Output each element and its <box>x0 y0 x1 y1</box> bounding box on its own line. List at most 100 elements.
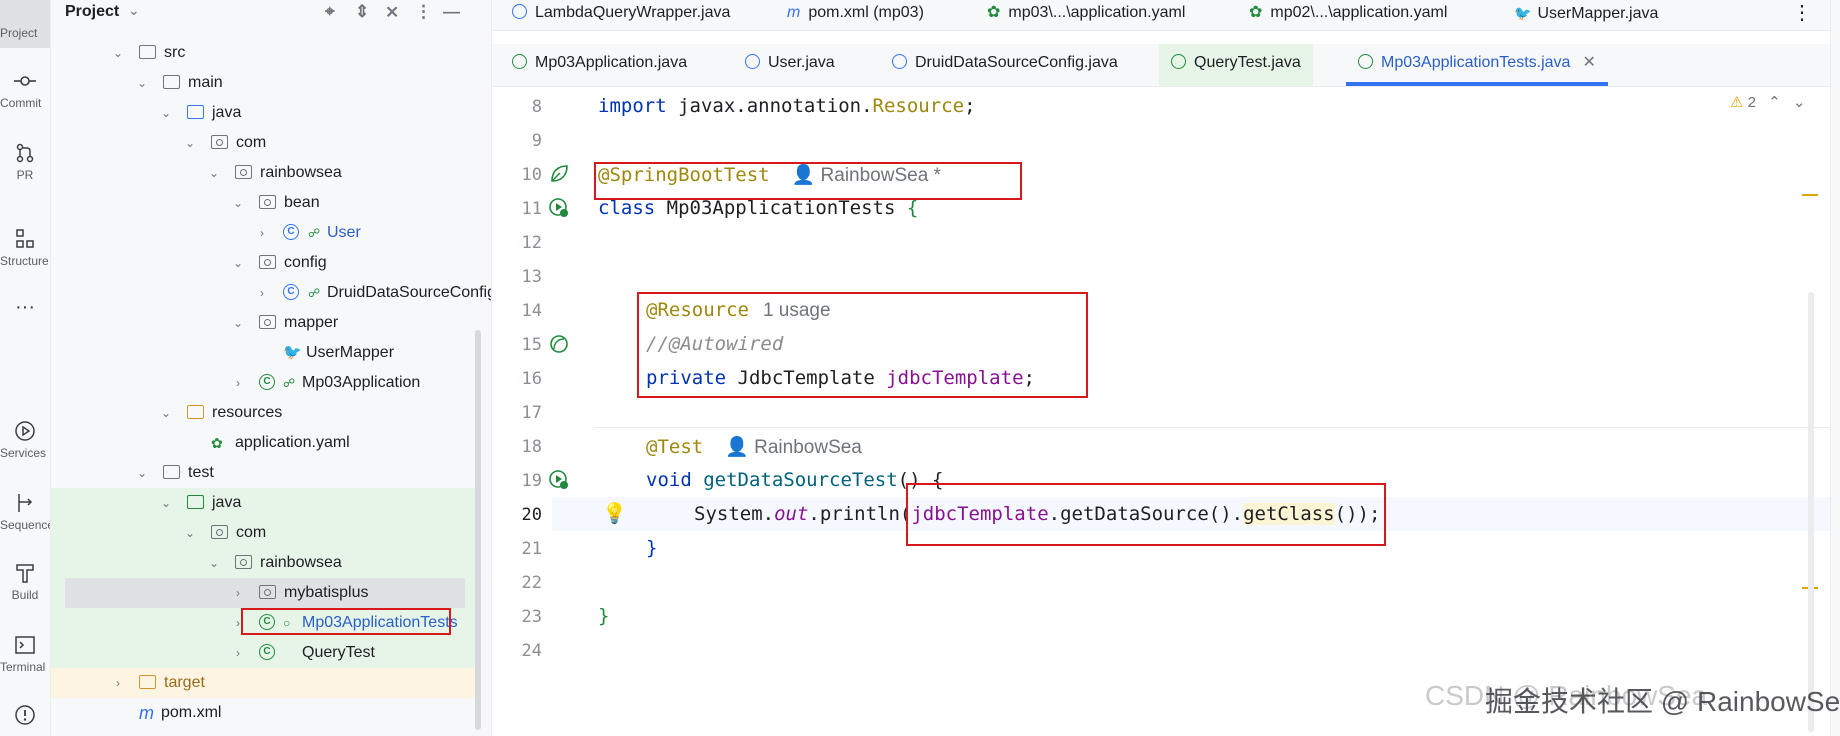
commit-tool-button[interactable]: Commit <box>0 70 50 110</box>
tree-item-mybatisplus[interactable]: › mybatisplus <box>51 578 481 608</box>
tab-pom-mp03[interactable]: m pom.xml (mp03) <box>787 0 924 30</box>
tab-user[interactable]: User.java <box>745 44 835 86</box>
chevron-down-icon[interactable]: ⌄ <box>159 488 173 518</box>
chevron-down-icon[interactable]: ⌄ <box>111 38 125 68</box>
terminal-tool-label: Terminal <box>0 660 46 674</box>
close-icon[interactable]: ✕ <box>1582 54 1595 71</box>
author-hint[interactable]: 👤 RainbowSea <box>725 437 862 458</box>
tree-item-user[interactable]: › C ☍ User <box>51 218 481 248</box>
chevron-up-icon[interactable]: ⌃ <box>1768 94 1781 111</box>
tab-druiddatasourceconfig[interactable]: DruidDataSourceConfig.java <box>892 44 1118 86</box>
chevron-down-icon[interactable]: ⌄ <box>135 458 149 488</box>
line-number: 16 <box>521 369 542 389</box>
build-tool-button[interactable]: Build <box>0 562 50 602</box>
tree-item-test-java[interactable]: ⌄ java <box>51 488 481 518</box>
structure-tool-button[interactable]: Structure <box>0 228 50 268</box>
tree-item-config[interactable]: ⌄ config <box>51 248 481 278</box>
run-test-gutter-icon[interactable] <box>548 469 570 491</box>
chevron-down-icon[interactable]: ⌄ <box>207 548 221 578</box>
code-line-11: class Mp03ApplicationTests { <box>598 197 918 219</box>
tab-mp03application[interactable]: Mp03Application.java <box>512 44 687 86</box>
more-tabs-icon[interactable]: ⋮ <box>1792 0 1812 30</box>
tree-item-java[interactable]: ⌄ java <box>51 98 481 128</box>
tree-item-bean[interactable]: ⌄ bean <box>51 188 481 218</box>
tree-item-mapper[interactable]: ⌄ mapper <box>51 308 481 338</box>
tree-item-druiddatasourceconfig[interactable]: › C ☍ DruidDataSourceConfig <box>51 278 491 308</box>
build-tool-label: Build <box>11 588 39 602</box>
inspection-widget[interactable]: ⚠ 2 ⌃ ⌄ <box>1730 93 1805 111</box>
more-tools-button[interactable]: ··· <box>0 296 50 319</box>
pr-tool-button[interactable]: PR <box>0 142 50 182</box>
hide-icon[interactable]: — <box>443 2 460 22</box>
tree-item-test[interactable]: ⌄ test <box>51 458 481 488</box>
project-panel-title[interactable]: Project <box>65 3 119 21</box>
line-number: 12 <box>521 233 542 253</box>
tree-item-resources[interactable]: ⌄ resources <box>51 398 481 428</box>
tree-item-pom-xml[interactable]: m pom.xml <box>51 698 481 728</box>
tree-item-usermapper[interactable]: 🐦 UserMapper <box>51 338 481 368</box>
tab-lambdaquerywrapper[interactable]: LambdaQueryWrapper.java <box>512 0 730 30</box>
chevron-down-icon[interactable]: ⌄ <box>231 308 245 338</box>
tree-item-target[interactable]: › target <box>51 668 481 698</box>
right-tool-strip <box>1830 0 1840 736</box>
chevron-down-icon[interactable]: ⌄ <box>183 518 197 548</box>
editor-scrollbar[interactable] <box>1808 292 1814 732</box>
collapse-all-icon[interactable]: ⨯ <box>385 2 399 22</box>
class-name: Mp03ApplicationTests <box>655 197 907 219</box>
terminal-tool-button[interactable]: Terminal <box>0 634 50 674</box>
chevron-down-icon[interactable]: ⌄ <box>231 188 245 218</box>
problems-tool-button[interactable] <box>0 704 50 730</box>
tree-item-test-com[interactable]: ⌄ com <box>51 518 481 548</box>
services-tool-button[interactable]: Services <box>0 420 50 460</box>
chevron-down-icon[interactable]: ⌄ <box>183 128 197 158</box>
tab-querytest[interactable]: QueryTest.java <box>1159 44 1313 86</box>
tab-mp03applicationtests[interactable]: Mp03ApplicationTests.java ✕ <box>1346 44 1608 86</box>
resources-folder-icon <box>187 405 204 419</box>
tree-item-mp03application[interactable]: › C ☍ Mp03Application <box>51 368 481 398</box>
chevron-right-icon[interactable]: › <box>255 218 269 248</box>
sequence-tool-button[interactable]: Sequence <box>0 492 50 532</box>
tab-usermapper[interactable]: 🐦 UserMapper.java <box>1514 0 1658 30</box>
options-icon[interactable]: ⋮ <box>415 2 432 22</box>
tree-scrollbar[interactable] <box>475 330 481 730</box>
tree-item-mp03applicationtests[interactable]: › C ○ Mp03ApplicationTests <box>51 608 481 638</box>
project-tool-button[interactable]: Project <box>0 0 50 48</box>
chevron-down-icon[interactable]: ⌄ <box>159 98 173 128</box>
build-icon <box>16 564 34 583</box>
chevron-down-icon[interactable]: ⌄ <box>135 68 149 98</box>
editor-tabs-row-1: LambdaQueryWrapper.java m pom.xml (mp03) … <box>492 0 1840 31</box>
tree-item-src[interactable]: ⌄ src <box>51 38 481 68</box>
tree-item-label: config <box>284 254 327 271</box>
chevron-down-icon[interactable]: ⌄ <box>207 158 221 188</box>
tree-item-test-rainbowsea[interactable]: ⌄ rainbowsea <box>51 548 481 578</box>
tree-item-com[interactable]: ⌄ com <box>51 128 481 158</box>
highlight-box-getclass-call <box>906 483 1386 546</box>
lightbulb-icon[interactable]: 💡 <box>602 501 627 526</box>
chevron-right-icon[interactable]: › <box>111 668 125 698</box>
tree-item-rainbowsea[interactable]: ⌄ rainbowsea <box>51 158 481 188</box>
tree-item-label: DruidDataSourceConfig <box>327 284 492 301</box>
test-class-icon <box>1358 54 1373 69</box>
tree-item-querytest[interactable]: › C QueryTest <box>51 638 481 668</box>
chevron-down-icon[interactable]: ⌄ <box>159 398 173 428</box>
tree-item-label: QueryTest <box>302 644 375 661</box>
chevron-right-icon[interactable]: › <box>231 638 245 668</box>
expand-all-icon[interactable]: ⇕ <box>355 2 369 22</box>
locate-icon[interactable]: ⌖ <box>325 2 335 22</box>
chevron-down-icon[interactable]: ⌄ <box>128 2 140 19</box>
tab-label: User.java <box>768 54 835 71</box>
autowired-gutter-icon[interactable] <box>548 333 570 355</box>
spring-bean-gutter-icon[interactable] <box>548 163 570 185</box>
chevron-down-icon[interactable]: ⌄ <box>231 248 245 278</box>
tab-mp02-application-yaml[interactable]: ✿ mp02\...\application.yaml <box>1249 0 1447 30</box>
chevron-down-icon[interactable]: ⌄ <box>1793 94 1806 111</box>
tab-mp03-application-yaml[interactable]: ✿ mp03\...\application.yaml <box>987 0 1185 30</box>
chevron-right-icon[interactable]: › <box>231 578 245 608</box>
tree-item-main[interactable]: ⌄ main <box>51 68 481 98</box>
tree-item-application-yaml[interactable]: ✿ application.yaml <box>51 428 481 458</box>
warning-stripe[interactable] <box>1802 194 1818 196</box>
run-test-gutter-icon[interactable] <box>548 197 570 219</box>
chevron-right-icon[interactable]: › <box>231 368 245 398</box>
chevron-right-icon[interactable]: › <box>255 278 269 308</box>
code-editor[interactable]: ⚠ 2 ⌃ ⌄ 8 9 10 11 12 13 14 15 16 17 18 1… <box>492 87 1840 736</box>
